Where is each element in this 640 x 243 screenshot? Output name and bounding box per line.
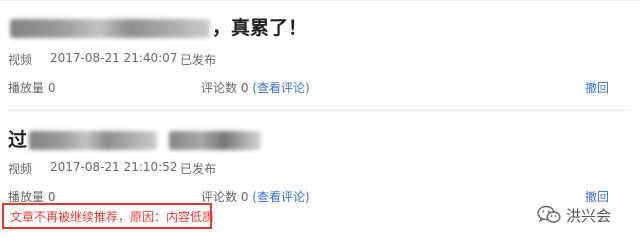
content-type: 视频 [8,162,33,176]
publish-datetime: 2017-08-21 21:40:07 [50,51,178,65]
comment-count: 评论数 0 [201,81,249,95]
publish-status: 已发布 [180,53,217,67]
view-comments-link[interactable]: (查看评论) [252,81,309,95]
recommendation-notice: 文章不再被继续推荐，原因：内容低质 [2,203,215,229]
wechat-icon [537,205,561,223]
revoke-button[interactable]: 撤回 [585,188,609,205]
publish-status: 已发布 [180,162,217,176]
comment-stats: 评论数 0 (查看评论) [201,188,310,205]
title-prefix: 过 [8,129,28,151]
view-comments-link[interactable]: (查看评论) [252,190,309,204]
title-suffix: ，真累了！ [212,17,308,39]
comment-count: 评论数 0 [201,190,249,204]
watermark: 洪兴会 [537,204,611,226]
redacted-title-text [29,130,158,150]
item-title[interactable]: ，真累了！ [8,16,307,40]
item-meta: 视频 2017-08-21 21:10:52 已发布 [8,160,216,177]
publish-datetime: 2017-08-21 21:10:52 [50,160,178,174]
content-item: ，真累了！ 视频 2017-08-21 21:40:07 已发布 播放量 0 评… [0,0,640,112]
item-meta: 视频 2017-08-21 21:40:07 已发布 [8,51,216,68]
redacted-title-text [10,18,210,38]
item-title[interactable]: 过 [8,128,262,152]
content-type: 视频 [8,53,33,67]
watermark-text: 洪兴会 [566,206,612,225]
revoke-button[interactable]: 撤回 [585,79,609,96]
redacted-title-text [169,130,262,150]
play-count: 播放量 0 [8,81,56,95]
item-divider [8,110,630,111]
comment-stats: 评论数 0 (查看评论) [201,79,310,96]
notice-text: 文章不再被继续推荐，原因：内容低质 [10,209,215,224]
